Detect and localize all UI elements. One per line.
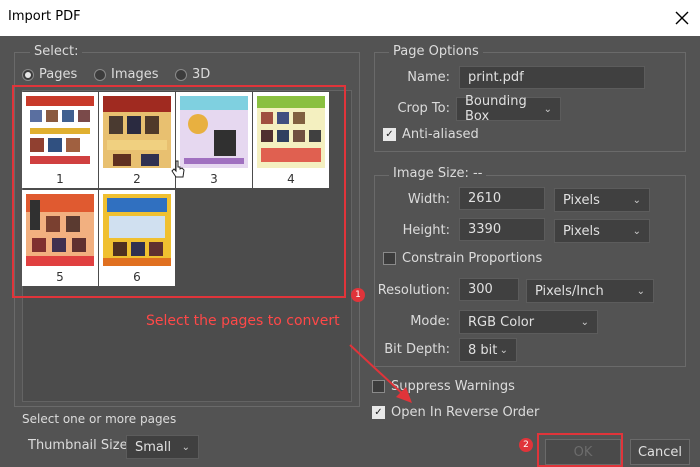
annotation-text: Select the pages to convert xyxy=(146,313,340,329)
image-size-heading: Image Size: -- xyxy=(389,166,487,181)
dropdown-value: Bounding Box xyxy=(465,94,527,124)
close-button[interactable] xyxy=(664,0,700,36)
name-label: Name: xyxy=(407,70,450,85)
chevron-down-icon: ⌄ xyxy=(499,344,508,356)
radio-images[interactable]: Images xyxy=(94,67,159,82)
checkbox-label: Constrain Proportions xyxy=(402,251,543,266)
width-field[interactable]: 2610 xyxy=(459,187,545,210)
checkbox-box xyxy=(383,252,396,265)
width-unit-dropdown[interactable]: Pixels ⌄ xyxy=(554,188,650,212)
radio-label: Pages xyxy=(39,67,78,82)
close-icon xyxy=(675,11,689,25)
dropdown-value: Small xyxy=(135,439,172,455)
height-unit-dropdown[interactable]: Pixels ⌄ xyxy=(554,219,650,243)
pages-highlight-box xyxy=(12,85,346,298)
callout-badge-1: 1 xyxy=(351,288,365,302)
ok-highlight-box xyxy=(537,433,623,467)
chevron-down-icon: ⌄ xyxy=(636,285,645,297)
anti-aliased-checkbox[interactable]: ✓ Anti-aliased xyxy=(383,127,479,142)
cancel-button[interactable]: Cancel xyxy=(630,439,690,465)
chevron-down-icon: ⌄ xyxy=(632,194,641,206)
radio-dot xyxy=(94,68,106,81)
dropdown-value: RGB Color xyxy=(468,314,535,330)
radio-dot xyxy=(175,68,187,81)
crop-to-label: Crop To: xyxy=(397,101,450,116)
resolution-label: Resolution: xyxy=(377,283,450,298)
chevron-down-icon: ⌄ xyxy=(580,316,589,328)
checkbox-label: Anti-aliased xyxy=(402,127,479,142)
crop-to-dropdown[interactable]: Bounding Box ⌄ xyxy=(456,94,561,124)
page-options-heading: Page Options xyxy=(389,44,483,59)
callout-badge-2: 2 xyxy=(519,438,533,452)
dropdown-value: Pixels/Inch xyxy=(535,283,604,299)
chevron-down-icon: ⌄ xyxy=(181,441,190,453)
arrow-annotation-icon xyxy=(349,344,412,403)
radio-3d[interactable]: 3D xyxy=(175,67,210,82)
mode-label: Mode: xyxy=(410,314,450,329)
resolution-unit-dropdown[interactable]: Pixels/Inch ⌄ xyxy=(526,279,654,303)
dropdown-value: Pixels xyxy=(563,192,600,208)
thumbnail-size-label: Thumbnail Size: xyxy=(28,438,132,453)
radio-label: 3D xyxy=(192,67,211,82)
selection-hint: Select one or more pages xyxy=(22,412,177,426)
resolution-field[interactable]: 300 xyxy=(459,278,519,301)
window-title: Import PDF xyxy=(8,9,81,24)
dropdown-value: Pixels xyxy=(563,223,600,239)
dropdown-value: 8 bit xyxy=(468,342,498,358)
constrain-proportions-checkbox[interactable]: Constrain Proportions xyxy=(383,251,542,266)
check-icon: ✓ xyxy=(383,128,396,141)
name-field[interactable]: print.pdf xyxy=(459,66,645,89)
radio-dot xyxy=(22,68,34,81)
chevron-down-icon: ⌄ xyxy=(632,225,641,237)
mode-dropdown[interactable]: RGB Color ⌄ xyxy=(459,310,598,334)
width-label: Width: xyxy=(407,192,450,207)
height-label: Height: xyxy=(402,223,450,238)
title-bar: Import PDF xyxy=(0,0,700,36)
radio-label: Images xyxy=(111,67,159,82)
height-field[interactable]: 3390 xyxy=(459,218,545,241)
thumbnail-size-dropdown[interactable]: Small ⌄ xyxy=(126,435,199,459)
bit-depth-dropdown[interactable]: 8 bit ⌄ xyxy=(459,338,517,362)
chevron-down-icon: ⌄ xyxy=(543,103,552,115)
radio-pages[interactable]: Pages xyxy=(22,67,77,82)
select-heading: Select: xyxy=(30,44,83,59)
